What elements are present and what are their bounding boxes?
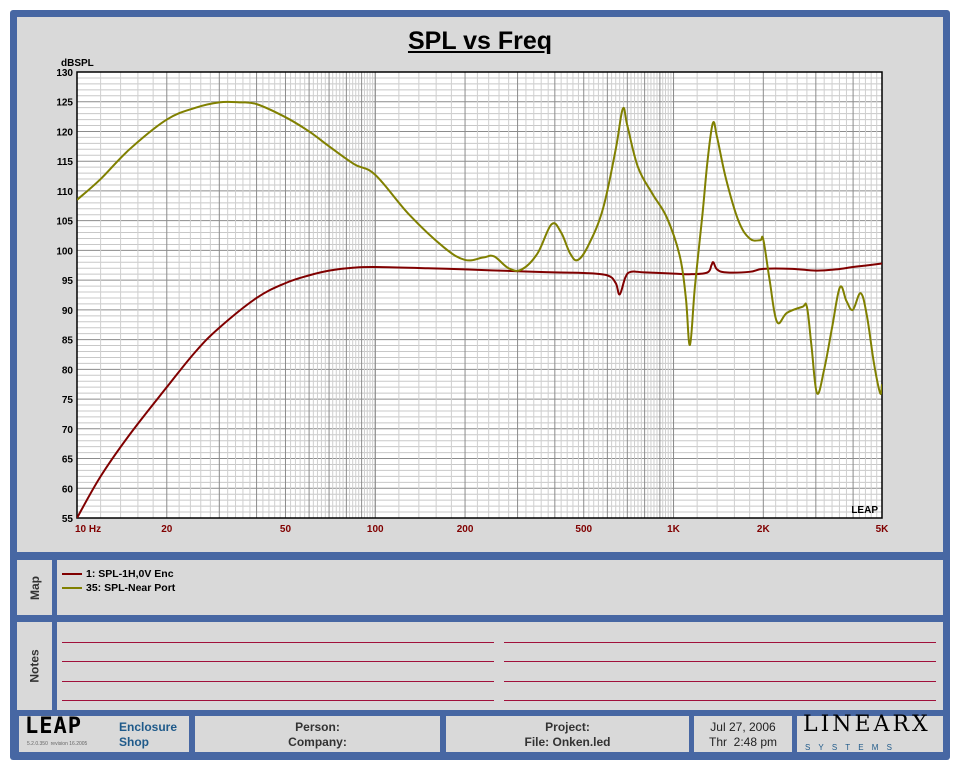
leap-logo-block: LEAP 5.2.0.350 revision 16.2005 Enclosur… xyxy=(19,716,189,752)
datetime-block: Jul 27, 2006 Thr 2:48 pm xyxy=(694,716,792,752)
map-label-text: Map xyxy=(27,575,42,600)
y-tick-label: 75 xyxy=(62,395,74,406)
y-tick-label: 85 xyxy=(62,336,74,347)
x-tick-label: 50 xyxy=(280,524,292,535)
note-line xyxy=(62,661,494,662)
y-tick-label: 130 xyxy=(56,68,73,79)
y-axis-label: dBSPL xyxy=(61,58,94,69)
legend-panel: 1: SPL-1H,0V Enc 35: SPL-Near Port xyxy=(57,560,943,615)
x-tick-label: 100 xyxy=(367,524,384,535)
y-tick-label: 100 xyxy=(56,246,73,257)
y-tick-label: 115 xyxy=(57,157,74,168)
person-block: Person: Company: xyxy=(195,716,440,752)
leap-logo: LEAP xyxy=(25,714,82,739)
x-tick-label: 200 xyxy=(457,524,474,535)
product-line2: Shop xyxy=(119,735,149,749)
legend-item-35[interactable]: 35: SPL-Near Port xyxy=(62,582,175,594)
y-tick-label: 105 xyxy=(56,217,73,228)
y-tick-label: 120 xyxy=(56,127,73,138)
version: 5.2.0.350 xyxy=(27,741,48,747)
file-name: File: Onken.led xyxy=(524,735,611,749)
time: Thr 2:48 pm xyxy=(708,735,778,749)
legend-swatch xyxy=(62,573,82,575)
date: Jul 27, 2006 xyxy=(710,720,776,734)
y-tick-label: 95 xyxy=(62,276,74,287)
note-line xyxy=(504,642,936,643)
person-label: Person: xyxy=(295,720,340,734)
x-tick-label: 1K xyxy=(667,524,681,535)
project-label: Project: xyxy=(545,720,590,734)
y-tick-label: 55 xyxy=(62,514,74,525)
y-tick-label: 65 xyxy=(62,455,74,466)
map-label: Map xyxy=(17,560,52,615)
plot-area xyxy=(77,72,882,518)
x-tick-label: 2K xyxy=(757,524,771,535)
spl-chart: 55 60 65 70 75 80 85 90 95 100 105 110 115 120 125 130 1… xyxy=(56,58,890,535)
y-tick-label: 110 xyxy=(57,187,74,198)
version-info: 5.2.0.350 revision 16.2005 xyxy=(27,741,87,747)
leap-watermark: LEAP xyxy=(851,505,878,516)
x-tick-label: 20 xyxy=(161,524,173,535)
x-tick-label: 500 xyxy=(575,524,592,535)
notes-label: Notes xyxy=(17,622,52,710)
legend-item-1[interactable]: 1: SPL-1H,0V Enc xyxy=(62,568,174,580)
legend-label: 35: SPL-Near Port xyxy=(86,582,176,594)
legend-swatch xyxy=(62,587,82,589)
brand-sub: S Y S T E M S xyxy=(805,743,895,752)
x-tick-label: 5K xyxy=(876,524,890,535)
revision: revision 16.2005 xyxy=(50,741,88,747)
note-line xyxy=(504,681,936,682)
x-tick-label: 10 Hz xyxy=(75,524,101,535)
project-block: Project: File: Onken.led xyxy=(446,716,689,752)
y-tick-label: 70 xyxy=(62,425,74,436)
note-line xyxy=(504,661,936,662)
note-line xyxy=(62,642,494,643)
y-tick-label: 90 xyxy=(62,306,74,317)
legend-label: 1: SPL-1H,0V Enc xyxy=(86,568,174,580)
notes-panel[interactable] xyxy=(57,622,943,710)
product-name: Enclosure Shop xyxy=(119,720,177,750)
note-line xyxy=(504,700,936,701)
linearx-logo: LINEARX S Y S T E M S xyxy=(797,712,943,752)
note-line xyxy=(62,681,494,682)
notes-label-text: Notes xyxy=(27,649,42,683)
product-line1: Enclosure xyxy=(119,720,178,734)
y-tick-label: 125 xyxy=(56,98,73,109)
chart-panel: SPL vs Freq 55 60 65 70 75 80 85 90 95 100 105 110 1… xyxy=(17,17,943,552)
y-tick-label: 80 xyxy=(62,365,74,376)
company-label: Company: xyxy=(288,735,347,749)
brand: LINEARX xyxy=(803,712,931,737)
note-line xyxy=(62,700,494,701)
y-tick-label: 60 xyxy=(62,484,74,495)
